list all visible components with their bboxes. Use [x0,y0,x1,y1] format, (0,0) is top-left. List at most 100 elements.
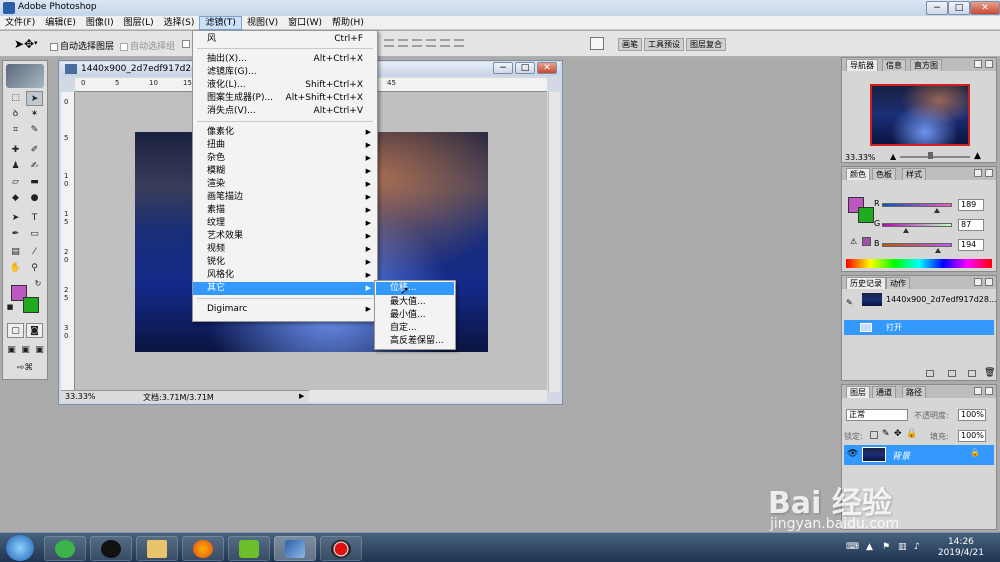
opacity-input[interactable]: 100% [958,409,986,421]
healing-brush-tool-icon[interactable]: ✚ [7,143,24,158]
zoom-level[interactable]: 33.33% [65,392,96,401]
tab-swatches[interactable]: 色板 [872,168,896,180]
screen-mode-menu-icon[interactable]: ▣ [19,343,32,358]
close-button[interactable]: ✕ [970,1,1000,15]
navigator-zoom-thumb[interactable] [928,152,933,159]
swap-colors-icon[interactable]: ↻ [33,279,43,289]
screen-mode-full-icon[interactable]: ▣ [33,343,46,358]
layer-row-background[interactable]: 👁 背景 🔒 [844,445,994,465]
doc-maximize-button[interactable]: □ [515,62,535,74]
channel-b-slider[interactable] [882,243,952,247]
tab-actions[interactable]: 动作 [886,277,910,289]
menu-layer[interactable]: 图层(L) [119,16,159,30]
panel-close-icon[interactable] [985,169,993,177]
tray-flag-icon[interactable]: ⚑ [882,542,890,552]
screen-mode-standard-icon[interactable]: ▣ [5,343,18,358]
doc-minimize-button[interactable]: − [493,62,513,74]
marquee-tool-icon[interactable]: ⬚ [7,91,24,106]
tab-navigator[interactable]: 导航器 [846,59,878,71]
type-tool-icon[interactable]: T [26,211,43,226]
menu-item-filter-gallery[interactable]: 滤镜库(G)... [193,66,377,79]
taskbar-app-explorer[interactable] [136,536,178,561]
menu-file[interactable]: 文件(F) [0,16,40,30]
move-tool-icon[interactable]: ➤✥ [14,37,34,51]
status-menu-arrow-icon[interactable]: ▶ [299,392,304,400]
panel-close-icon[interactable] [985,278,993,286]
taskbar-app-recorder[interactable] [320,536,362,561]
menu-item-sketch[interactable]: 素描 ▶ [193,204,377,217]
tab-histogram[interactable]: 直方图 [910,59,942,71]
blend-mode-select[interactable]: 正常 [846,409,908,421]
navigator-zoom[interactable]: 33.33% [845,153,876,162]
palette-tab-layer-comps[interactable]: 图层复合 [686,38,726,51]
system-clock[interactable]: 14:26 2019/4/21 [938,537,984,559]
tab-layers[interactable]: 图层 [846,386,870,398]
auto-select-layer-option[interactable]: 自动选择图层 [50,39,114,52]
default-colors-icon[interactable]: ■ [6,303,14,311]
taskbar-app-photoshop[interactable] [274,536,316,561]
menu-item-artistic[interactable]: 艺术效果 ▶ [193,230,377,243]
tab-info[interactable]: 信息 [882,59,906,71]
menu-item-pattern-maker[interactable]: 图案生成器(P)... Alt+Shift+Ctrl+X [193,92,377,105]
eyedropper-tool-icon[interactable]: ⁄ [26,245,43,260]
submenu-item-minimum[interactable]: 最小值... [376,309,454,322]
menu-item-noise[interactable]: 杂色 ▶ [193,152,377,165]
zoom-in-icon[interactable]: ▲ [974,151,981,161]
color-spectrum-bar[interactable] [846,259,992,268]
channel-r-thumb[interactable] [934,208,940,213]
magic-wand-tool-icon[interactable]: ✶ [26,107,43,122]
tray-expand-icon[interactable]: ▲ [866,542,873,552]
tab-history[interactable]: 历史记录 [846,277,886,289]
transform-controls-checkbox[interactable] [182,39,192,49]
gamut-warning-icon[interactable]: ⚠ [850,237,857,246]
shape-tool-icon[interactable]: ▭ [26,227,43,242]
standard-mode-icon[interactable]: ▢ [7,323,24,338]
go-to-bridge-icon[interactable] [590,37,604,50]
submenu-item-maximum[interactable]: 最大值... [376,296,454,309]
channel-g-slider[interactable] [882,223,952,227]
auto-select-group-checkbox[interactable] [120,42,128,51]
align-icon[interactable] [384,39,394,47]
taskbar-app-360[interactable] [44,536,86,561]
color-bg-swatch[interactable] [858,207,874,223]
zoom-tool-icon[interactable]: ⚲ [26,261,43,276]
crop-tool-icon[interactable]: ⌗ [7,123,24,138]
menu-item-stylize[interactable]: 风格化 ▶ [193,269,377,282]
maximize-button[interactable]: □ [948,1,970,15]
minimize-button[interactable]: − [926,1,948,15]
lock-transparency-icon[interactable] [870,431,878,439]
channel-b-thumb[interactable] [935,248,941,253]
pen-tool-icon[interactable]: ✒ [7,227,24,242]
start-button-icon[interactable] [6,535,34,561]
align-icon[interactable] [440,39,450,47]
gradient-tool-icon[interactable]: ▬ [26,175,43,190]
lock-pixels-icon[interactable]: ✎ [882,429,890,439]
camera-snapshot-icon[interactable] [948,370,956,377]
tab-paths[interactable]: 路径 [902,386,926,398]
tray-network-icon[interactable]: ▥ [898,542,907,552]
move-tool-icon[interactable]: ➤ [26,91,43,106]
palette-tab-brushes[interactable]: 画笔 [618,38,642,51]
menu-item-liquify[interactable]: 液化(L)... Shift+Ctrl+X [193,79,377,92]
menu-view[interactable]: 视图(V) [242,16,283,30]
menu-item-brush-strokes[interactable]: 画笔描边 ▶ [193,191,377,204]
channel-r-slider[interactable] [882,203,952,207]
tab-color[interactable]: 颜色 [846,168,870,180]
menu-edit[interactable]: 编辑(E) [40,16,81,30]
channel-r-value[interactable]: 189 [958,199,984,211]
lock-all-icon[interactable]: 🔒 [906,429,917,439]
panel-minimize-icon[interactable] [974,387,982,395]
panel-close-icon[interactable] [985,60,993,68]
imageready-jump-icon[interactable]: ⇨⌘ [7,361,43,376]
slice-tool-icon[interactable]: ✎ [26,123,43,138]
navigator-thumbnail[interactable] [870,84,970,146]
history-brush-tool-icon[interactable]: ✍ [26,159,43,174]
menu-item-sharpen[interactable]: 锐化 ▶ [193,256,377,269]
channel-b-value[interactable]: 194 [958,239,984,251]
new-document-from-state-icon[interactable] [926,370,934,377]
path-selection-tool-icon[interactable]: ➤ [7,211,24,226]
submenu-item-offset[interactable]: 位移... [376,282,454,295]
menu-item-distort[interactable]: 扭曲 ▶ [193,139,377,152]
palette-tab-tool-presets[interactable]: 工具预设 [644,38,684,51]
new-snapshot-icon[interactable] [968,370,976,377]
